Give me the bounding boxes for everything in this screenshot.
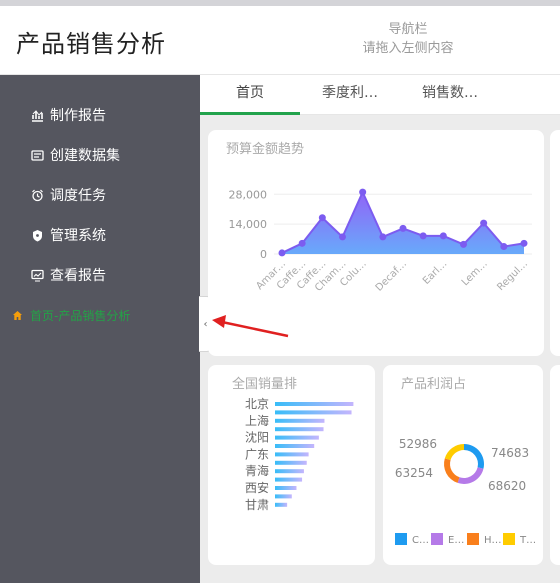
trend-point[interactable] xyxy=(480,219,488,227)
home-icon xyxy=(10,308,24,322)
monitor-chart-icon xyxy=(30,268,44,282)
trend-point[interactable] xyxy=(379,233,387,241)
sidebar-item-label: 调度任务 xyxy=(50,188,106,204)
ranking-category-label: 甘肃 xyxy=(245,498,269,512)
ranking-category-label: 青海 xyxy=(245,463,269,478)
legend-label[interactable]: T… xyxy=(519,535,536,546)
sidebar-item-label: 查看报告 xyxy=(50,268,106,284)
ranking-category-label: 沈阳 xyxy=(245,430,269,445)
profit-chart-card: 产品利润占 74683 68620 63254 52986 C… E… H… T… xyxy=(383,365,543,565)
navbar-hint-title: 导航栏 xyxy=(388,22,428,37)
ranking-bar[interactable] xyxy=(275,469,304,474)
sidebar-item-view-report[interactable]: 查看报告 xyxy=(30,264,106,286)
ranking-bar[interactable] xyxy=(275,418,325,423)
trend-point[interactable] xyxy=(359,188,367,196)
donut-value-label: 68620 xyxy=(488,479,526,493)
tab-home[interactable]: 首页 xyxy=(200,75,300,115)
ranking-bar-chart: 北京上海沈阳广东青海西安甘肃 xyxy=(245,397,354,512)
legend-swatch[interactable] xyxy=(395,533,407,545)
app-title: 产品销售分析 xyxy=(16,30,166,58)
ranking-bar[interactable] xyxy=(275,460,307,465)
trend-point[interactable] xyxy=(339,233,346,241)
sidebar-item-schedule[interactable]: 调度任务 xyxy=(30,184,106,206)
sidebar-item-label: 创建数据集 xyxy=(50,148,120,164)
ranking-bar[interactable] xyxy=(275,477,303,482)
annotation-arrow xyxy=(212,315,289,338)
donut-slice[interactable] xyxy=(457,467,484,484)
tab-sales-data[interactable]: 销售数… xyxy=(400,75,500,115)
sidebar-item-label: 首页-产品销售分析 xyxy=(30,308,131,323)
navbar-drop-hint[interactable]: 导航栏 请拖入左侧内容 xyxy=(340,20,476,58)
trend-point[interactable] xyxy=(520,239,528,247)
x-tick-label: Decaf… xyxy=(374,258,409,293)
ranking-bar[interactable] xyxy=(275,502,288,507)
legend-swatch[interactable] xyxy=(431,533,443,545)
ranking-bar[interactable] xyxy=(275,402,354,406)
ranking-bar[interactable] xyxy=(275,494,292,499)
chart-icon xyxy=(30,108,44,122)
ranking-category-label: 西安 xyxy=(245,480,269,495)
donut-value-label: 74683 xyxy=(491,446,529,460)
right-card-partial xyxy=(550,130,560,356)
trend-point[interactable] xyxy=(500,243,508,251)
trend-point[interactable] xyxy=(399,224,407,232)
x-tick-label: Regul… xyxy=(495,258,530,293)
donut-slice[interactable] xyxy=(444,444,464,461)
x-tick-label: Earl… xyxy=(421,258,450,287)
sidebar-item-manage-system[interactable]: 管理系统 xyxy=(30,224,106,246)
legend-label[interactable]: E… xyxy=(448,535,464,546)
tab-quarterly-profit[interactable]: 季度利… xyxy=(300,75,400,115)
right-card-partial-bottom xyxy=(550,365,560,565)
sidebar-item-label: 制作报告 xyxy=(50,108,106,124)
sidebar-item-create-dataset[interactable]: 创建数据集 xyxy=(30,144,120,166)
profit-donut-chart: 74683 68620 63254 52986 C… E… H… T… xyxy=(395,437,536,546)
tab-bar: 首页 季度利… 销售数… xyxy=(200,75,560,115)
trend-point[interactable] xyxy=(460,240,467,248)
sidebar: 制作报告 创建数据集 调度任务 管理系统 查看报告 首页-产品销售分析 xyxy=(0,75,200,583)
shield-icon xyxy=(30,228,44,242)
sidebar-item-create-report[interactable]: 制作报告 xyxy=(30,104,106,126)
dataset-icon xyxy=(30,148,44,162)
donut-slice[interactable] xyxy=(444,458,460,483)
ranking-category-label: 北京 xyxy=(245,397,269,411)
ranking-bar[interactable] xyxy=(275,452,309,457)
donut-value-label: 63254 xyxy=(395,466,433,480)
ranking-category-label: 广东 xyxy=(245,447,269,461)
y-tick-label: 14,000 xyxy=(229,218,268,231)
ranking-category-label: 上海 xyxy=(245,413,269,428)
trend-point[interactable] xyxy=(439,232,447,240)
donut-slice[interactable] xyxy=(464,444,484,469)
ranking-bar[interactable] xyxy=(275,410,352,415)
trend-point[interactable] xyxy=(298,239,306,247)
trend-point[interactable] xyxy=(278,249,286,257)
ranking-chart-card: 全国销量排 北京 上海 沈阳 广东 青海 西安 甘肃 xyxy=(208,365,375,565)
y-tick-label: 0 xyxy=(260,248,267,261)
trend-point[interactable] xyxy=(419,232,427,240)
header: 产品销售分析 导航栏 请拖入左侧内容 xyxy=(0,6,560,75)
ranking-bar[interactable] xyxy=(275,444,315,448)
ranking-bar[interactable] xyxy=(275,486,297,490)
legend-label[interactable]: C… xyxy=(412,535,429,546)
x-tick-label: Lem… xyxy=(460,258,490,288)
ranking-bar[interactable] xyxy=(275,427,324,432)
trend-point[interactable] xyxy=(318,214,326,222)
legend-label[interactable]: H… xyxy=(484,535,502,546)
sidebar-item-home-product-sales[interactable]: 首页-产品销售分析 xyxy=(10,304,130,326)
legend-swatch[interactable] xyxy=(467,533,479,545)
legend-swatch[interactable] xyxy=(503,533,515,545)
alarm-clock-icon xyxy=(30,188,44,202)
donut-value-label: 52986 xyxy=(399,437,437,451)
y-tick-label: 28,000 xyxy=(229,188,268,201)
ranking-bar[interactable] xyxy=(275,435,319,440)
sidebar-item-label: 管理系统 xyxy=(50,228,106,244)
navbar-hint-subtitle: 请拖入左侧内容 xyxy=(362,41,454,56)
